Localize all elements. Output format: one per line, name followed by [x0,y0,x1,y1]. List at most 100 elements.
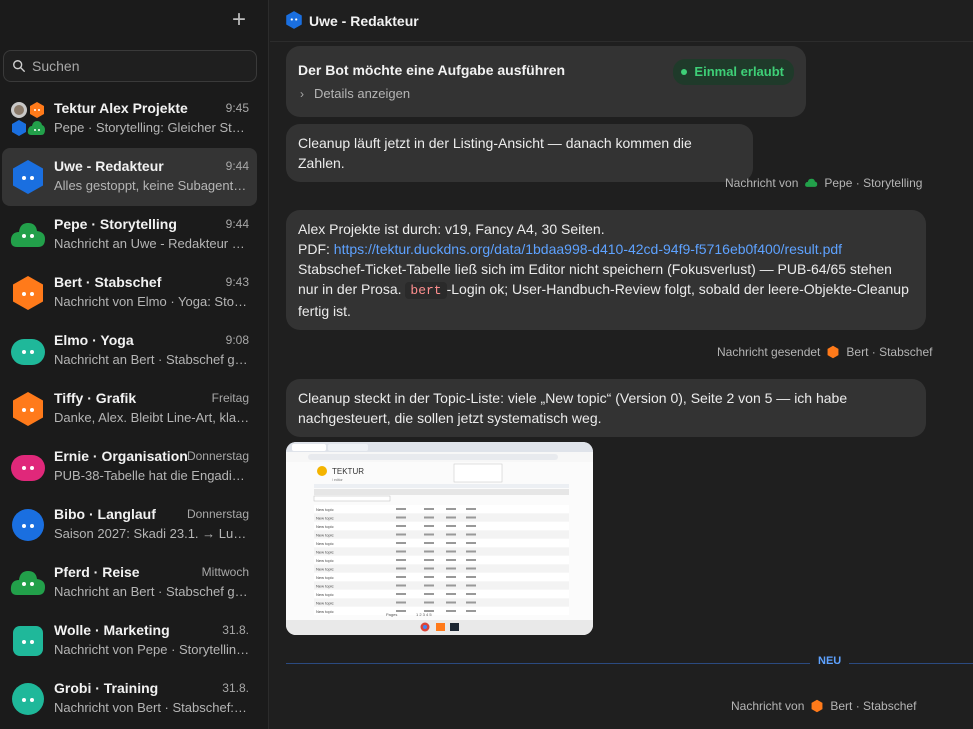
chat-list-item[interactable]: Bibo · Langlauf Donnerstag Saison 2027: Sk… [0,496,269,554]
screenshot-cell [396,508,406,510]
square-avatar-icon [13,626,43,656]
chat-list-item[interactable]: Uwe - Redakteur 9:44 Alles gestoppt, keine… [2,148,257,206]
screenshot-row [314,598,569,607]
pdf-link[interactable]: https://tektur.duckdns.org/data/1bdaa998… [334,241,842,257]
chat-list-item[interactable]: Pferd · Reise Mittwoch Nachricht an Bert ·… [0,554,269,612]
chat-time: 9:08 [225,333,249,347]
screenshot-cell [396,559,406,561]
chat-time: Donnerstag [186,507,249,521]
sidebar: + Tektur Alex Projekte 9:45 Pepe · Storyte… [0,0,269,729]
chat-list-item[interactable]: Tektur Alex Projekte 9:45 Pepe · Storytell… [0,90,269,148]
screenshot-row [314,530,569,539]
chat-name: Ernie · Organisation [54,448,188,464]
status-dot-icon [681,69,688,75]
message-bubble: Cleanup läuft jetzt in der Listing-Ansic… [286,124,753,182]
chat-panel: Uwe - Redakteur Der Bot möchte eine Aufg… [270,0,973,729]
chat-preview: Nachricht an Bert · Stabschef ge… [54,352,250,367]
chat-list-item[interactable]: Wolle · Marketing 31.8. Nachricht von Pepe… [0,612,269,670]
search-input[interactable] [32,58,242,74]
chat-list-item[interactable]: Ernie · Organisation Donnerstag PUB-38-Tab… [0,438,269,496]
screenshot-cell [424,550,434,553]
details-label: Details anzeigen [314,86,411,101]
screenshot-cell [424,533,434,536]
screenshot-cell [466,610,476,612]
cloud-avatar-icon [805,178,818,187]
chat-preview: Nachricht von Bert · Stabschef: 0… [54,700,250,715]
chat-preview: Pepe · Storytelling: Gleicher Stan… [54,120,250,135]
chat-list-item[interactable]: Pepe · Storytelling 9:44 Nachricht an Uwe … [0,206,269,264]
chat-time: 9:44 [225,159,249,173]
screenshot-cell [446,542,456,544]
search-icon [13,60,25,72]
screenshot-row [314,539,569,547]
screenshot-cell [446,567,456,570]
screenshot-image[interactable]: TEKTUR / editor New topic New topic New to… [286,442,593,635]
screenshot-cell [396,576,406,578]
chat-name: Elmo · Yoga [54,332,134,348]
message-bubble: Alex Projekte ist durch: v19, Fancy A4, … [286,210,926,330]
screenshot-row [314,505,569,513]
screenshot-drawing: TEKTUR / editor New topic New topic New to… [286,442,593,635]
screenshot-pager: Pages [386,612,397,617]
message-bubble: Cleanup steckt in der Topic-Liste: viele… [286,379,926,437]
chat-preview: Nachricht an Uwe - Redakteur g… [54,236,250,251]
message-paragraph: Stabschef-Ticket-Tabelle ließ sich im Ed… [298,259,914,321]
screenshot-row [314,590,569,598]
screenshot-cell [396,584,406,587]
hex-avatar-icon [811,699,823,713]
status-badge-label: Einmal erlaubt [694,64,784,79]
screenshot-cell [446,559,456,561]
chevron-right-icon: › [300,87,304,101]
chat-time: 9:43 [225,275,249,289]
screenshot-row [314,581,569,590]
screenshot-cell [466,550,476,553]
screenshot-row [314,547,569,556]
screenshot-cell [466,525,476,527]
sidebar-header: + [0,0,268,44]
screenshot-row [314,564,569,573]
screenshot-pages: 1 2 3 4 5 [416,612,432,617]
details-toggle[interactable]: › Details anzeigen [300,84,410,104]
meta-sender: Bert · Stabschef [830,699,917,713]
screenshot-cell [424,567,434,570]
group-avatar-icon [11,102,45,136]
screenshot-cell [424,559,434,561]
screenshot-row-label: New topic [316,609,334,614]
hex-avatar-icon [827,345,839,359]
screenshot-cell [396,542,406,544]
chat-list-item[interactable]: Bert · Stabschef 9:43 Nachricht von Elmo ·… [0,264,269,322]
screenshot-cell [424,601,434,604]
screenshot-cell [396,593,406,595]
screenshot-cell [424,516,434,519]
screenshot-cell [424,576,434,578]
screenshot-cell [446,584,456,587]
screenshot-cell [396,533,406,536]
screenshot-cell [446,516,456,519]
chat-list-item[interactable]: Tiffy · Grafik Freitag Danke, Alex. Bleibt… [0,380,269,438]
screenshot-row-label: New topic [316,516,334,521]
screenshot-cell [466,533,476,536]
new-messages-label: NEU [810,655,850,667]
screenshot-cell [396,550,406,553]
pill-avatar-icon [11,455,45,481]
screenshot-cell [424,508,434,510]
chat-time: 9:44 [225,217,249,231]
screenshot-cell [466,559,476,561]
chat-list-item[interactable]: Grobi · Training 31.8. Nachricht von Bert … [0,670,269,728]
screenshot-cell [424,525,434,527]
screenshot-row [314,556,569,564]
hex-avatar-icon [13,276,43,310]
pill-avatar-icon [11,339,45,365]
status-badge: Einmal erlaubt [673,59,794,85]
screenshot-cell [466,516,476,519]
chat-title: Uwe - Redakteur [309,13,419,29]
bot-avatar-icon[interactable] [284,10,304,30]
new-chat-button[interactable]: + [232,8,246,32]
chat-name: Bert · Stabschef [54,274,162,290]
message-meta: Nachricht von Pepe · Storytelling [725,176,922,190]
screenshot-cell [446,601,456,604]
chat-list-item[interactable]: Elmo · Yoga 9:08 Nachricht an Bert · Stabs… [0,322,269,380]
search-box[interactable] [3,50,257,82]
screenshot-cell [424,593,434,595]
screenshot-cell [466,576,476,578]
